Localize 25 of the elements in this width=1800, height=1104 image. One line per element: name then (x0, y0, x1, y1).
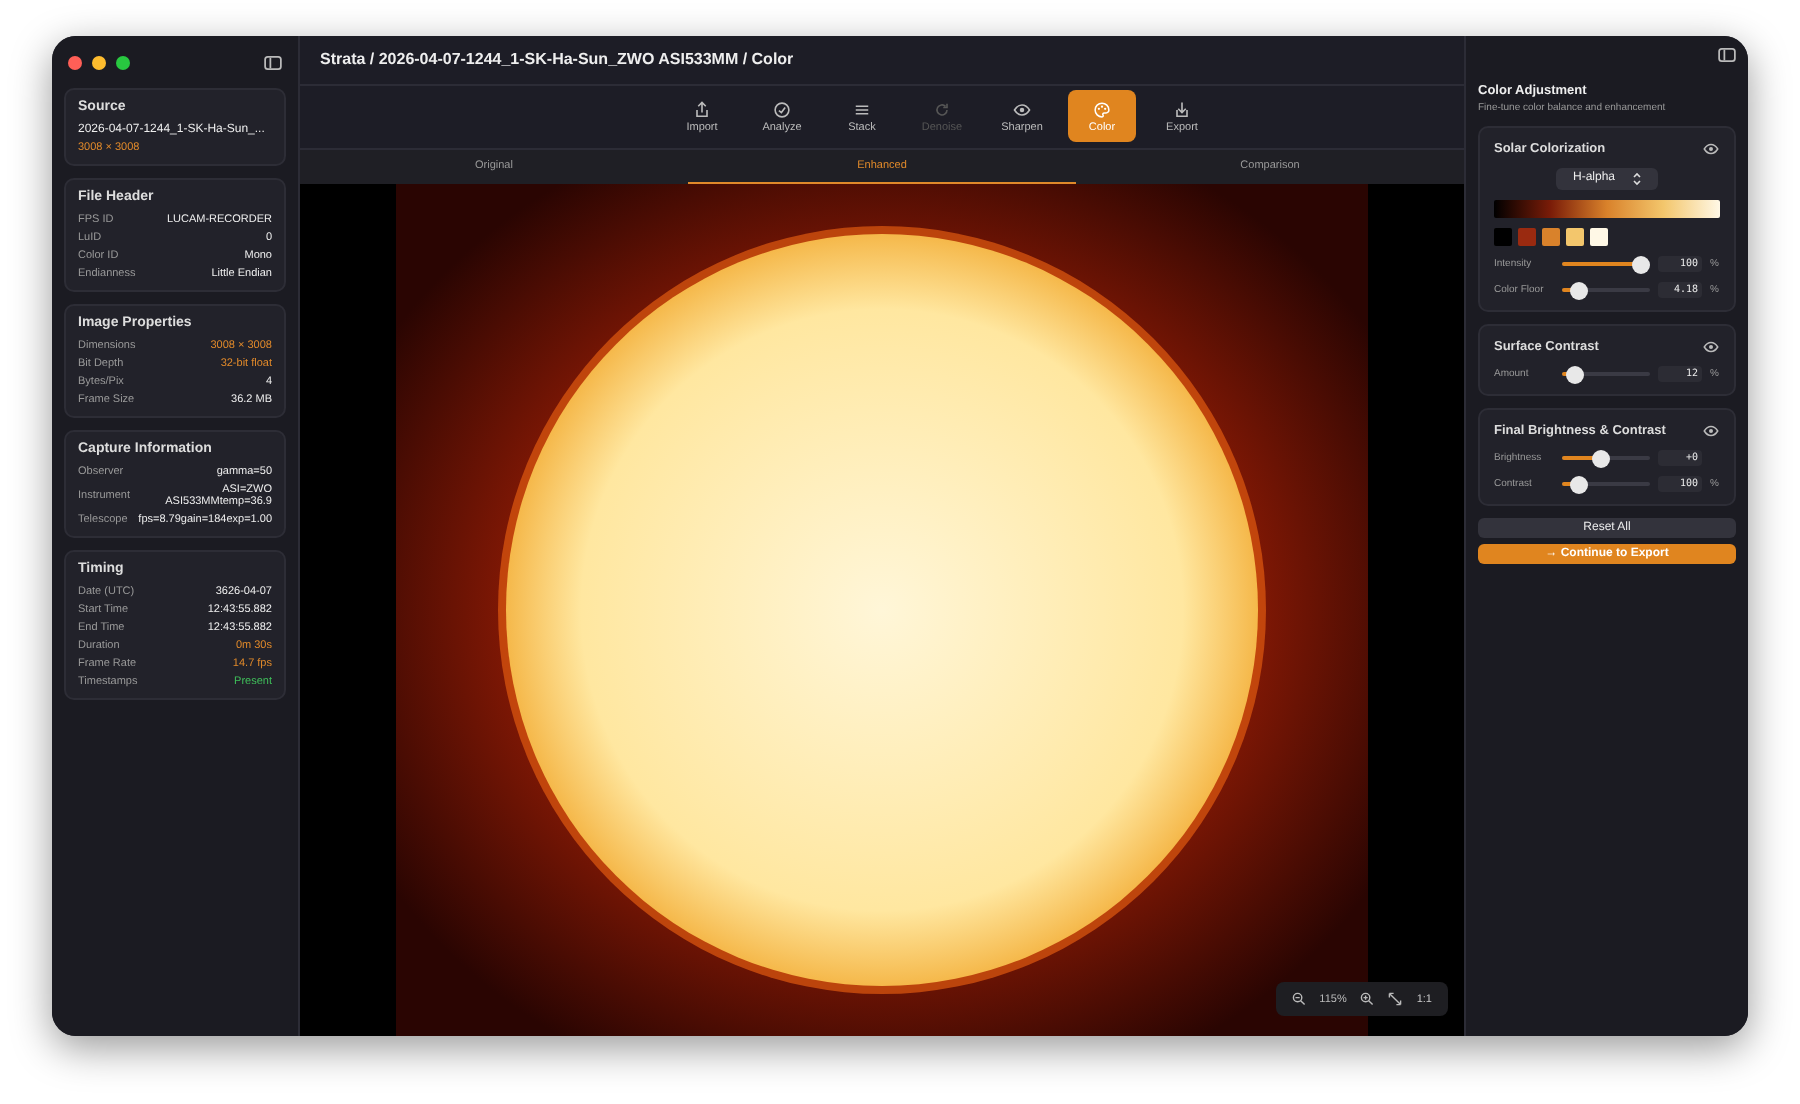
sidebar-toggle-icon[interactable] (1718, 48, 1736, 62)
eye-icon[interactable] (1702, 140, 1720, 158)
fit-arrows-icon[interactable] (1388, 992, 1403, 1006)
close-button[interactable] (68, 55, 82, 69)
lines-icon (852, 99, 872, 120)
color-swatch[interactable] (1590, 228, 1608, 246)
upload-icon (692, 99, 712, 120)
color-swatch[interactable] (1518, 228, 1536, 246)
refresh-icon (932, 99, 952, 120)
color-swatch[interactable] (1542, 228, 1560, 246)
color-swatch[interactable] (1494, 228, 1512, 246)
window-title: Strata / 2026-04-07-1244_1-SK-Ha-Sun_ZWO ASI533MM / Color (300, 36, 1464, 86)
eye-icon[interactable] (1702, 422, 1720, 440)
download-icon (1172, 99, 1192, 120)
sidebar-toggle-icon[interactable] (264, 55, 282, 69)
zoom-button[interactable] (116, 55, 130, 69)
zoom-in-icon[interactable] (1360, 992, 1375, 1006)
color-swatch[interactable] (1566, 228, 1584, 246)
minimize-button[interactable] (92, 55, 106, 69)
eye-icon (1012, 99, 1032, 120)
checkmark-circle-icon (772, 99, 792, 120)
chevron-updown-icon (1631, 172, 1641, 186)
palette-icon (1092, 99, 1112, 120)
eye-icon[interactable] (1702, 338, 1720, 356)
zoom-out-icon[interactable] (1291, 992, 1306, 1006)
